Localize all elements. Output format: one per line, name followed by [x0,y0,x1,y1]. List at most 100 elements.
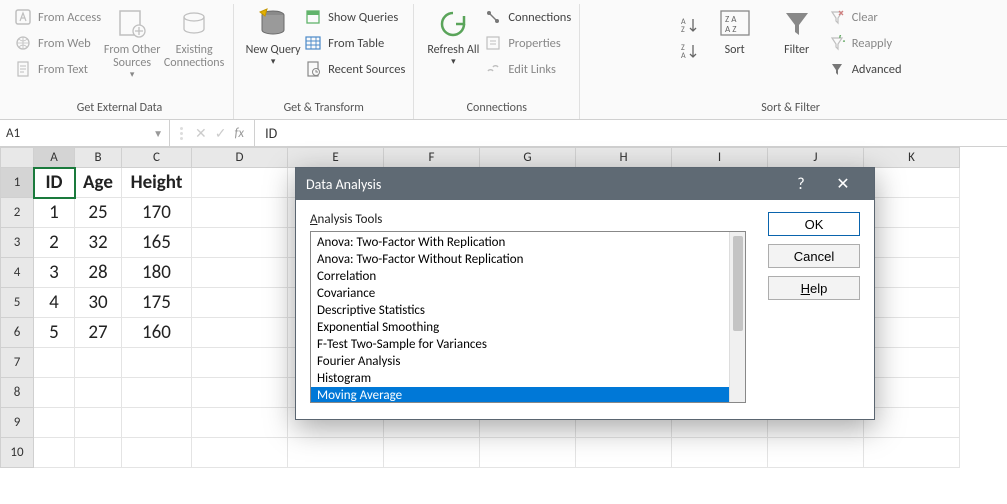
cell[interactable] [864,438,960,468]
sort-desc-button[interactable]: ZA [680,40,704,62]
cell[interactable]: 2 [34,228,75,258]
column-header[interactable]: B [75,148,122,168]
cell[interactable]: Age [75,168,122,198]
row-header[interactable]: 5 [1,288,34,318]
cell[interactable] [864,348,960,378]
analysis-tools-listbox[interactable]: Anova: Two-Factor With ReplicationAnova:… [310,231,746,403]
clear-button[interactable]: Clear [828,6,902,28]
cell[interactable] [288,438,384,468]
cell[interactable] [864,228,960,258]
cell[interactable]: 180 [122,258,192,288]
cell[interactable] [192,168,288,198]
help-button[interactable]: Help [768,276,860,300]
cell[interactable] [864,318,960,348]
cell[interactable] [34,408,75,438]
edit-links-button[interactable]: Edit Links [484,58,571,80]
column-header[interactable]: J [768,148,864,168]
cell[interactable]: 32 [75,228,122,258]
column-header[interactable]: K [864,148,960,168]
row-header[interactable]: 8 [1,378,34,408]
cell[interactable] [122,408,192,438]
cell[interactable] [192,258,288,288]
scrollbar-thumb[interactable] [733,236,743,331]
list-item[interactable]: Anova: Two-Factor With Replication [311,234,745,251]
cell[interactable] [75,378,122,408]
column-header[interactable]: G [480,148,576,168]
cell[interactable] [192,348,288,378]
cell[interactable] [864,198,960,228]
show-queries-button[interactable]: Show Queries [304,6,405,28]
cell[interactable]: Height [122,168,192,198]
refresh-all-button[interactable]: Refresh All [422,4,484,67]
filter-button[interactable]: Filter [766,4,828,57]
cell[interactable] [122,348,192,378]
cell[interactable] [864,258,960,288]
row-header[interactable]: 3 [1,228,34,258]
cell[interactable]: 165 [122,228,192,258]
from-other-sources-button[interactable]: From Other Sources [101,4,163,80]
sort-asc-button[interactable]: AZ [680,14,704,36]
row-header[interactable]: 1 [1,168,34,198]
cell[interactable] [192,228,288,258]
cell[interactable] [75,348,122,378]
cell[interactable] [192,198,288,228]
list-item[interactable]: Fourier Analysis [311,353,745,370]
from-table-button[interactable]: From Table [304,32,405,54]
listbox-scrollbar[interactable] [729,232,745,402]
cell[interactable] [75,408,122,438]
dialog-close-icon[interactable]: ✕ [822,174,864,194]
from-text-button[interactable]: From Text [14,58,101,80]
dialog-help-icon[interactable]: ? [780,175,822,194]
cell[interactable]: 1 [34,198,75,228]
advanced-button[interactable]: Advanced [828,58,902,80]
sort-button[interactable]: Z AA Z Sort [704,4,766,57]
column-header[interactable]: I [672,148,768,168]
name-box[interactable]: A1 ▼ [0,120,170,146]
column-header[interactable]: F [384,148,480,168]
cell[interactable] [768,438,864,468]
list-item[interactable]: Exponential Smoothing [311,319,745,336]
cell[interactable]: 5 [34,318,75,348]
cell[interactable] [384,438,480,468]
existing-connections-button[interactable]: Existing Connections [163,4,225,70]
cell[interactable]: 4 [34,288,75,318]
cell[interactable]: 27 [75,318,122,348]
insert-function-icon[interactable]: fx [234,126,244,141]
column-header[interactable]: C [122,148,192,168]
cell[interactable] [192,318,288,348]
cell[interactable] [34,378,75,408]
row-header[interactable]: 9 [1,408,34,438]
row-header[interactable]: 2 [1,198,34,228]
cell[interactable]: ID [34,168,75,198]
cell[interactable] [192,378,288,408]
cell[interactable] [34,438,75,468]
dialog-titlebar[interactable]: Data Analysis ? ✕ [296,168,874,200]
from-access-button[interactable]: From Access [14,6,101,28]
cell[interactable] [192,438,288,468]
cell[interactable]: 30 [75,288,122,318]
list-item[interactable]: Correlation [311,268,745,285]
cell[interactable]: 28 [75,258,122,288]
column-header[interactable]: H [576,148,672,168]
cell[interactable] [864,288,960,318]
cell[interactable]: 25 [75,198,122,228]
row-header[interactable]: 4 [1,258,34,288]
new-query-button[interactable]: New Query [242,4,304,67]
list-item[interactable]: Moving Average [311,387,745,403]
formula-input[interactable]: ID [255,125,1007,142]
list-item[interactable]: F-Test Two-Sample for Variances [311,336,745,353]
cell[interactable] [122,438,192,468]
recent-sources-button[interactable]: Recent Sources [304,58,405,80]
cell[interactable] [480,438,576,468]
row-header[interactable]: 6 [1,318,34,348]
cell[interactable] [576,438,672,468]
connections-button[interactable]: Connections [484,6,571,28]
cell[interactable] [75,438,122,468]
cell[interactable] [672,438,768,468]
list-item[interactable]: Covariance [311,285,745,302]
cell[interactable]: 175 [122,288,192,318]
cell[interactable]: 3 [34,258,75,288]
list-item[interactable]: Histogram [311,370,745,387]
row-header[interactable]: 7 [1,348,34,378]
column-header[interactable]: A [34,148,75,168]
